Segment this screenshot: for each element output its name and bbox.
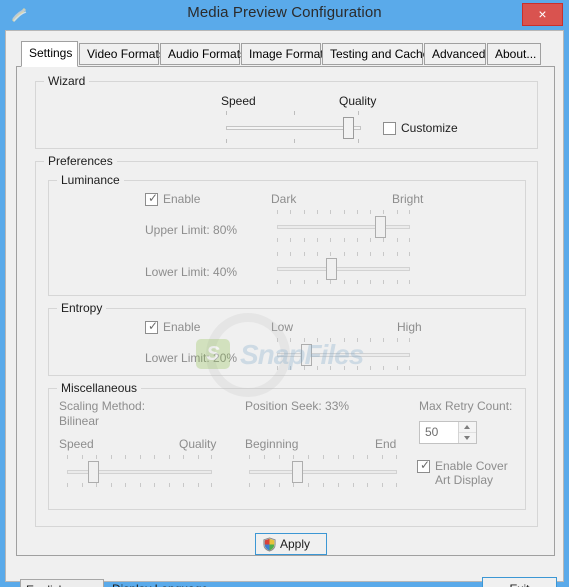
cover-art-checkbox-box: ✓ [417,458,431,473]
entropy-low-label: Low [271,320,294,334]
display-language-caption: Display Language [112,582,208,587]
tab-advanced[interactable]: Advanced [424,43,486,65]
position-ticks-top [249,455,397,459]
scaling-ticks-top [67,455,212,459]
entropy-track [277,353,410,357]
scaling-method-slider[interactable] [67,455,212,487]
client-area: Settings Video Formats Audio Formats Ima… [5,30,564,587]
luminance-upper-ticks-bottom [277,238,410,242]
scaling-speed-label: Speed [59,437,94,451]
entropy-high-label: High [397,320,422,334]
wizard-speed-label: Speed [221,94,256,108]
stepper-buttons [458,422,476,443]
exit-button[interactable]: Exit [482,577,557,587]
display-language-value: English [26,583,65,587]
luminance-upper-thumb[interactable] [375,216,386,238]
wizard-slider-track [226,126,361,130]
tab-page-settings: Wizard Speed Quality Customize Preferenc… [16,66,555,556]
wizard-slider-ticks-bottom [226,139,361,143]
enable-cover-art-label: Enable Cover Art Display [435,459,508,487]
wizard-slider-thumb[interactable] [343,117,354,139]
apply-button-label: Apply [280,537,311,551]
luminance-upper-track [277,225,410,229]
luminance-enable-label: Enable [163,192,201,206]
entropy-group-label: Entropy [57,301,107,315]
luminance-lower-thumb[interactable] [326,258,337,280]
scaling-method-value: Bilinear [59,414,100,428]
luminance-lower-slider[interactable] [277,252,410,284]
tab-about[interactable]: About... [487,43,541,65]
tab-strip: Settings Video Formats Audio Formats Ima… [21,41,551,67]
check-icon: ✓ [148,319,159,333]
luminance-group: Luminance ✓ Enable Dark Bright Upper Lim… [48,173,526,296]
max-retry-count-value: 50 [425,425,439,439]
wizard-slider-ticks-top [226,111,361,115]
tab-settings[interactable]: Settings [21,41,78,67]
window-title: Media Preview Configuration [187,4,382,21]
preferences-group: Preferences Luminance ✓ Enable Dark Brig… [35,154,538,527]
entropy-lower-slider[interactable] [277,338,410,370]
scaling-ticks-bottom [67,483,212,487]
luminance-lower-track [277,267,410,271]
luminance-lower-ticks-bottom [277,280,410,284]
luminance-upper-slider[interactable] [277,210,410,242]
exit-button-label: Exit [483,582,556,587]
scaling-method-label: Scaling Method: [59,399,146,413]
customize-checkbox-box [383,122,396,135]
display-language-select[interactable]: English [20,579,104,587]
scaling-quality-label: Quality [179,437,217,451]
position-track [249,470,397,474]
check-icon: ✓ [420,458,431,472]
shield-icon [262,537,277,552]
chevron-up-icon [464,425,470,429]
wizard-quality-label: Quality [339,94,377,108]
apply-button[interactable]: Apply [255,533,327,555]
luminance-bright-label: Bright [392,192,424,206]
stepper-up-button[interactable] [459,422,476,433]
entropy-enable-checkbox-box: ✓ [145,319,159,334]
wizard-quality-slider[interactable] [226,111,361,143]
entropy-lower-limit-label: Lower Limit: 20% [145,351,238,365]
position-seek-label: Position Seek: 33% [245,399,350,413]
tab-image-formats[interactable]: Image Formats [241,43,330,65]
position-beginning-label: Beginning [245,437,299,451]
chevron-down-icon [464,436,470,440]
position-ticks-bottom [249,483,397,487]
max-retry-count-label: Max Retry Count: [419,399,513,413]
luminance-lower-limit-label: Lower Limit: 40% [145,265,238,279]
luminance-lower-ticks-top [277,252,410,256]
stepper-down-button[interactable] [459,433,476,443]
position-thumb[interactable] [292,461,303,483]
entropy-thumb[interactable] [301,344,312,366]
miscellaneous-group-label: Miscellaneous [57,381,142,395]
tab-video-formats[interactable]: Video Formats [79,43,165,65]
entropy-ticks-top [277,338,410,342]
miscellaneous-group: Miscellaneous Scaling Method: Bilinear S… [48,381,526,510]
entropy-enable-label: Enable [163,320,201,334]
close-button[interactable]: × [522,3,563,26]
luminance-dark-label: Dark [271,192,297,206]
wizard-group: Wizard Speed Quality Customize [35,74,538,149]
check-icon: ✓ [148,191,159,205]
entropy-ticks-bottom [277,366,410,370]
customize-label: Customize [401,121,458,135]
luminance-upper-ticks-top [277,210,410,214]
title-bar: Media Preview Configuration × [0,0,569,32]
close-icon: × [538,6,547,22]
tab-audio-formats[interactable]: Audio Formats [160,43,246,65]
scaling-thumb[interactable] [88,461,99,483]
application-window: Media Preview Configuration × Settings V… [0,0,569,587]
luminance-enable-checkbox-box: ✓ [145,191,159,206]
preferences-group-label: Preferences [44,154,117,168]
max-retry-count-stepper[interactable]: 50 [419,421,477,444]
tab-testing-and-cache[interactable]: Testing and Cache [322,43,429,65]
luminance-group-label: Luminance [57,173,124,187]
position-seek-slider[interactable] [249,455,397,487]
luminance-upper-limit-label: Upper Limit: 80% [145,223,238,237]
entropy-group: Entropy ✓ Enable Low High Lower Limit: 2… [48,301,526,376]
wizard-group-label: Wizard [44,74,90,88]
position-end-label: End [375,437,397,451]
